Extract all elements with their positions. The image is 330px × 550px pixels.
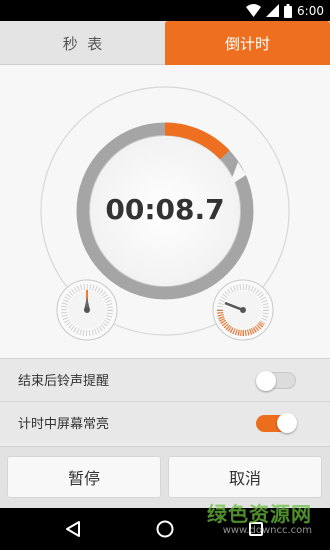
end-ringtone-toggle[interactable]	[256, 371, 296, 391]
back-button[interactable]	[60, 516, 86, 542]
home-button[interactable]	[152, 516, 178, 542]
tab-bar: 秒 表 倒计时	[0, 21, 330, 65]
setting-end-ringtone-label: 结束后铃声提醒	[18, 374, 110, 389]
cancel-button[interactable]: 取消	[168, 456, 322, 498]
tab-countdown[interactable]: 倒计时	[165, 21, 330, 65]
timer-area: 00:08.7	[0, 65, 330, 358]
settings-list: 结束后铃声提醒 计时中屏幕常亮	[0, 358, 330, 443]
watermark-title: 绿色资源网	[207, 502, 312, 526]
toggle-knob	[256, 371, 276, 391]
wifi-icon	[246, 4, 262, 17]
watermark: 绿色资源网 www.downcc.com	[207, 498, 312, 536]
back-icon	[66, 521, 80, 537]
tab-countdown-label: 倒计时	[224, 34, 270, 53]
setting-keep-screen-on-label: 计时中屏幕常亮	[18, 417, 110, 432]
setting-end-ringtone[interactable]: 结束后铃声提醒	[0, 358, 330, 400]
milliseconds-subdial	[212, 279, 274, 341]
tab-stopwatch-label: 秒 表	[62, 34, 103, 53]
watermark-url: www.downcc.com	[222, 525, 312, 536]
tab-stopwatch[interactable]: 秒 表	[0, 21, 165, 65]
cancel-button-label: 取消	[228, 469, 261, 488]
signal-icon	[266, 4, 280, 17]
status-time: 6:00	[297, 3, 324, 18]
home-icon	[156, 520, 174, 538]
status-icons: 6:00	[246, 2, 324, 19]
setting-keep-screen-on[interactable]: 计时中屏幕常亮	[0, 401, 330, 443]
time-display: 00:08.7	[105, 193, 225, 226]
battery-icon	[284, 3, 293, 18]
status-bar: 6:00	[0, 0, 330, 21]
pause-button[interactable]: 暂停	[7, 456, 161, 498]
keep-screen-on-toggle[interactable]	[256, 413, 297, 433]
toggle-knob	[277, 413, 297, 433]
seconds-subdial	[56, 279, 118, 341]
pause-button-label: 暂停	[67, 469, 100, 488]
